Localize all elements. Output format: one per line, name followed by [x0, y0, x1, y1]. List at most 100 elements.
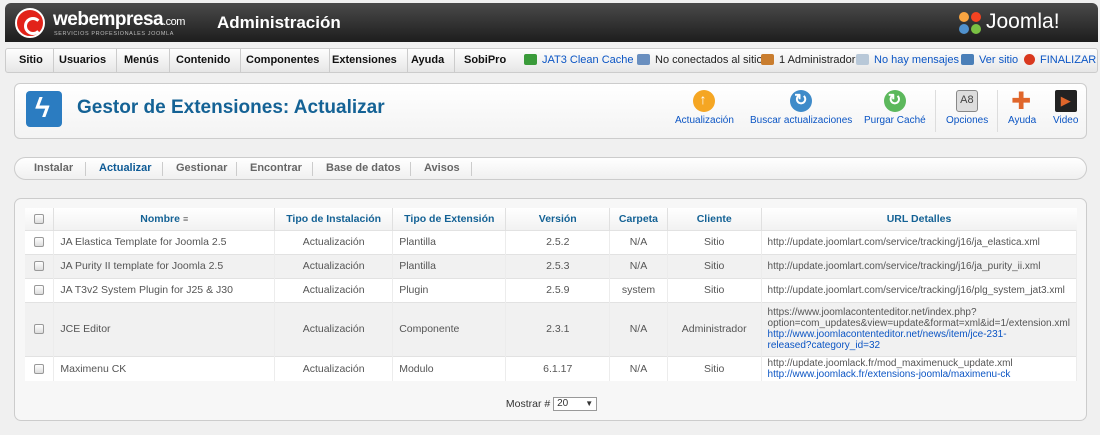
update-url-line: https://www.joomlacontenteditor.net/inde… — [767, 307, 977, 318]
update-arrow-icon — [693, 90, 716, 112]
ext-type-header[interactable]: Tipo de Extensión — [392, 208, 507, 230]
tab-encontrar[interactable]: Encontrar — [250, 158, 302, 179]
tab-base-de-datos[interactable]: Base de datos — [326, 158, 401, 179]
extension-name: JCE Editor — [53, 301, 276, 356]
admin-icon — [761, 54, 774, 65]
messages-link[interactable]: No hay mensajes — [856, 49, 959, 72]
extension-manager-icon — [26, 91, 62, 127]
show-label: Mostrar # — [505, 397, 551, 410]
update-url-line: option=com_updates&view=update&format=xm… — [767, 318, 1070, 329]
extension-subtabs: Instalar Actualizar Gestionar Encontrar … — [14, 157, 1087, 180]
menu-sobipro[interactable]: SobiPro — [454, 49, 516, 72]
table-row: JCE Editor Actualización Componente 2.3.… — [25, 301, 1078, 356]
options-icon — [956, 90, 979, 112]
folder-cell: N/A — [609, 253, 668, 278]
webempresa-logo-icon — [15, 8, 45, 38]
jat3-clean-cache-link[interactable]: JAT3 Clean Cache — [524, 49, 634, 72]
sort-icon: ≡ — [182, 213, 189, 224]
menu-menus[interactable]: Menús — [114, 49, 170, 72]
version-cell: 2.5.9 — [505, 277, 611, 302]
message-icon — [856, 54, 869, 65]
install-type-header[interactable]: Tipo de Instalación — [274, 208, 394, 230]
logout-link[interactable]: FINALIZAR — [1024, 49, 1096, 72]
purge-icon — [883, 90, 906, 112]
version-cell: 2.3.1 — [505, 301, 611, 356]
client-cell: Sitio — [667, 229, 762, 254]
menu-usuarios[interactable]: Usuarios — [49, 49, 118, 72]
menu-sitio[interactable]: Sitio — [9, 49, 54, 72]
toolbar-divider — [935, 90, 936, 132]
row-checkbox[interactable] — [34, 324, 45, 335]
install-type-cell: Actualización — [274, 253, 394, 278]
row-checkbox[interactable] — [34, 261, 45, 272]
ext-type-cell: Plantilla — [392, 253, 507, 278]
details-link-line[interactable]: http://www.joomlacontenteditor.net/news/… — [768, 329, 1070, 340]
tab-gestionar[interactable]: Gestionar — [176, 158, 227, 179]
folder-cell: N/A — [609, 229, 668, 254]
url-cell: http://update.joomlart.com/service/track… — [761, 229, 1078, 254]
folder-header[interactable]: Carpeta — [609, 208, 668, 230]
url-header: URL Detalles — [761, 208, 1077, 230]
tab-divider — [410, 162, 411, 176]
view-site-link[interactable]: Ver sitio — [961, 49, 1018, 72]
folder-cell: N/A — [609, 301, 668, 356]
ext-type-cell: Plantilla — [392, 229, 507, 254]
tab-actualizar[interactable]: Actualizar — [99, 158, 152, 179]
refresh-icon — [790, 90, 813, 112]
help-button[interactable]: Ayuda — [1008, 87, 1036, 126]
tab-instalar[interactable]: Instalar — [34, 158, 73, 179]
menu-contenido[interactable]: Contenido — [166, 49, 242, 72]
toolbar-divider — [997, 90, 998, 132]
extension-name: Maximenu CK — [53, 355, 276, 381]
folder-cell: system — [609, 277, 668, 302]
details-link[interactable]: http://www.joomlack.fr/extensions-joomla… — [768, 369, 1070, 380]
extension-name: JA Purity II template for Joomla 2.5 — [53, 253, 276, 278]
connected-users-status: No conectados al sitio — [637, 49, 763, 72]
purge-cache-button[interactable]: Purgar Caché — [864, 90, 926, 126]
client-header[interactable]: Cliente — [667, 208, 762, 230]
tab-divider — [236, 162, 237, 176]
menu-extensiones[interactable]: Extensiones — [322, 49, 408, 72]
name-header[interactable]: Nombre ≡ — [53, 208, 276, 230]
admin-header: webempresa.com SERVICIOS PROFESIONALES J… — [5, 3, 1098, 42]
ext-type-cell: Modulo — [392, 355, 507, 381]
tab-divider — [162, 162, 163, 176]
version-header[interactable]: Versión — [505, 208, 611, 230]
find-updates-button[interactable]: Buscar actualizaciones — [750, 90, 852, 126]
admins-status: 1 Administrador — [761, 49, 855, 72]
video-button[interactable]: Video — [1053, 90, 1078, 126]
folder-cell: N/A — [609, 355, 668, 381]
url-cell: http://update.joomlack.fr/mod_maximenuck… — [761, 355, 1078, 381]
table-row: Maximenu CK Actualización Modulo 6.1.17 … — [25, 355, 1078, 381]
page-toolbar: Gestor de Extensiones: Actualizar Actual… — [14, 83, 1087, 139]
row-checkbox[interactable] — [34, 237, 45, 248]
pagination-footer: Mostrar # 20 — [15, 397, 1088, 411]
ext-type-cell: Plugin — [392, 277, 507, 302]
extension-name: JA Elastica Template for Joomla 2.5 — [53, 229, 276, 254]
tab-avisos[interactable]: Avisos — [424, 158, 460, 179]
row-checkbox[interactable] — [34, 363, 45, 374]
menu-ayuda[interactable]: Ayuda — [401, 49, 456, 72]
select-all-checkbox[interactable] — [34, 213, 45, 224]
details-link-line[interactable]: released?category_id=32 — [768, 340, 1070, 351]
install-type-cell: Actualización — [274, 229, 394, 254]
options-button[interactable]: Opciones — [946, 90, 988, 126]
updates-table-container: Nombre ≡ Tipo de Instalación Tipo de Exte… — [14, 198, 1087, 421]
table-row: JA Elastica Template for Joomla 2.5 Actu… — [25, 229, 1078, 254]
users-icon — [637, 54, 650, 65]
url-cell: http://update.joomlart.com/service/track… — [761, 253, 1078, 278]
menu-componentes[interactable]: Componentes — [236, 49, 331, 72]
row-checkbox[interactable] — [34, 285, 45, 296]
update-url-line: http://update.joomlack.fr/mod_maximenuck… — [767, 357, 1013, 369]
main-menu-bar: Sitio Usuarios Menús Contenido Component… — [5, 48, 1098, 73]
tab-divider — [471, 162, 472, 176]
version-cell: 2.5.3 — [505, 253, 611, 278]
list-limit-select[interactable]: 20 — [553, 397, 598, 411]
page-title: Gestor de Extensiones: Actualizar — [77, 97, 385, 118]
client-cell: Sitio — [667, 253, 762, 278]
install-type-cell: Actualización — [274, 355, 394, 381]
update-button[interactable]: Actualización — [675, 90, 734, 126]
version-cell: 2.5.2 — [505, 229, 611, 254]
ext-type-cell: Componente — [392, 301, 507, 356]
joomla-logo-icon — [959, 12, 981, 34]
